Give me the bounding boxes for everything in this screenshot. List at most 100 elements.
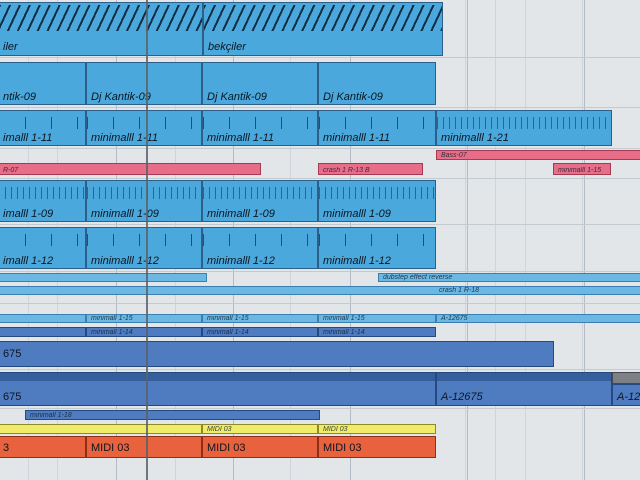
clip-name: minimalll 1-09 — [323, 208, 391, 220]
audio-clip[interactable]: minimalll 1-11 — [318, 110, 436, 146]
playhead-cursor[interactable] — [146, 0, 148, 480]
audio-clip[interactable]: minimall 1-14 — [318, 327, 436, 337]
audio-clip[interactable]: crash 1 R-18 — [0, 286, 640, 295]
clip-name: minimall 1-15 — [207, 315, 249, 322]
audio-clip[interactable]: minimalll 1-12 — [86, 227, 202, 269]
clip-name: 3 — [3, 442, 10, 454]
audio-clip[interactable]: A-12675 — [436, 314, 640, 323]
clip-name: minimalll 1-09 — [91, 208, 159, 220]
clip-name: minimalll 1-11 — [207, 132, 275, 144]
audio-clip[interactable]: minimalll 1-09 — [318, 180, 436, 222]
clip-header — [437, 373, 611, 381]
audio-clip[interactable]: imalll 1-12 — [0, 227, 86, 269]
clip-name: R-07 — [3, 167, 19, 174]
audio-clip[interactable]: iler — [0, 2, 203, 56]
clip-name: MIDI 03 — [207, 426, 232, 433]
track-divider — [0, 178, 640, 179]
midi-clip[interactable]: MIDI 03 — [202, 436, 318, 458]
track-divider — [0, 224, 640, 225]
audio-clip[interactable]: minimall 1-14 — [86, 327, 202, 337]
clip-name: minimalll 1-11 — [323, 132, 391, 144]
audio-clip[interactable]: ntik-09 — [0, 62, 86, 105]
midi-clip[interactable]: 3 — [0, 436, 86, 458]
waveform — [87, 117, 201, 129]
audio-clip[interactable]: A-12675 — [436, 372, 612, 406]
audio-clip[interactable]: Dj Kantik-09 — [318, 62, 436, 105]
midi-clip[interactable]: R-07 — [0, 163, 261, 175]
clip-name: ntik-09 — [3, 91, 37, 103]
clip-name: minimalll 1-21 — [441, 132, 509, 144]
audio-clip[interactable]: 675 — [0, 341, 554, 367]
audio-clip[interactable]: minimalll 1-09 — [202, 180, 318, 222]
track-divider — [0, 148, 640, 149]
audio-clip[interactable]: minimall 1-15 — [318, 314, 436, 323]
track-divider — [0, 107, 640, 108]
track-divider — [0, 369, 640, 370]
audio-clip[interactable]: bekçiler — [203, 2, 443, 56]
clip-name: A-12675 — [441, 391, 483, 403]
clip-name: minimalll 1-15 — [558, 167, 602, 174]
clip-name: minimalll 1-12 — [207, 255, 275, 267]
audio-clip[interactable]: dubstep effect reverse — [378, 273, 640, 282]
audio-clip[interactable]: minimalll 1-11 — [86, 110, 202, 146]
audio-clip[interactable]: minimalll 1-09 — [86, 180, 202, 222]
audio-clip[interactable]: A-12 — [612, 384, 640, 406]
waveform — [204, 5, 442, 31]
audio-clip[interactable]: imalll 1-11 — [0, 110, 86, 146]
clip-name: Bass-07 — [441, 152, 467, 159]
waveform — [319, 234, 435, 246]
waveform — [0, 117, 85, 129]
audio-clip[interactable] — [0, 273, 207, 282]
clip-name: imalll 1-09 — [3, 208, 54, 220]
clip-name: minimall 1-18 — [30, 412, 72, 419]
arrangement-view[interactable]: iler bekçiler ntik-09 Dj Kantik-09 Dj Ka… — [0, 0, 640, 480]
track-divider — [0, 303, 640, 304]
clip-name: Dj Kantik-09 — [91, 91, 151, 103]
clip-name: MIDI 03 — [91, 442, 130, 454]
clip-name: imalll 1-12 — [3, 255, 54, 267]
audio-clip[interactable]: minimall 1-15 — [86, 314, 202, 323]
clip-name: MIDI 03 — [323, 426, 348, 433]
clip-name: 675 — [3, 391, 22, 403]
audio-clip[interactable] — [0, 314, 86, 323]
midi-clip[interactable]: Bass-07 — [436, 150, 640, 160]
track-divider — [0, 57, 640, 58]
audio-clip[interactable]: Dj Kantik-09 — [202, 62, 318, 105]
audio-clip[interactable]: imalll 1-09 — [0, 180, 86, 222]
clip-name: minimall 1-14 — [323, 329, 365, 336]
audio-clip[interactable]: minimalll 1-11 — [202, 110, 318, 146]
audio-clip[interactable]: minimall 1-15 — [202, 314, 318, 323]
midi-clip[interactable]: MIDI 03 — [86, 436, 202, 458]
clip-name: imalll 1-11 — [3, 132, 53, 144]
audio-clip[interactable]: minimall 1-14 — [202, 327, 318, 337]
clip-name: minimalll 1-12 — [323, 255, 391, 267]
midi-clip[interactable]: crash 1 R-13 B — [318, 163, 423, 175]
audio-clip[interactable] — [0, 327, 86, 337]
audio-clip[interactable]: minimalll 1-12 — [202, 227, 318, 269]
waveform — [0, 234, 85, 246]
midi-clip[interactable]: MIDI 03 — [318, 424, 436, 434]
clip-name: minimalll 1-09 — [207, 208, 275, 220]
waveform — [319, 187, 435, 199]
waveform — [437, 117, 611, 129]
waveform — [0, 187, 85, 199]
clip-name: Dj Kantik-09 — [207, 91, 267, 103]
waveform — [87, 234, 201, 246]
clip-name: minimall 1-14 — [207, 329, 249, 336]
audio-clip[interactable]: minimall 1-18 — [25, 410, 320, 420]
waveform — [87, 187, 201, 199]
clip-name: MIDI 03 — [207, 442, 246, 454]
audio-clip[interactable]: Dj Kantik-09 — [86, 62, 202, 105]
midi-clip[interactable]: MIDI 03 — [318, 436, 436, 458]
waveform — [319, 117, 435, 129]
track-divider — [0, 408, 640, 409]
audio-clip[interactable]: minimalll 1-12 — [318, 227, 436, 269]
audio-clip[interactable] — [612, 372, 640, 384]
midi-clip[interactable] — [0, 424, 202, 434]
audio-clip[interactable]: minimalll 1-21 — [436, 110, 612, 146]
midi-clip[interactable]: MIDI 03 — [202, 424, 318, 434]
clip-name: 675 — [3, 348, 22, 360]
midi-clip[interactable]: minimalll 1-15 — [553, 163, 611, 175]
track-divider — [0, 271, 640, 272]
audio-clip[interactable]: 675 — [0, 372, 436, 406]
